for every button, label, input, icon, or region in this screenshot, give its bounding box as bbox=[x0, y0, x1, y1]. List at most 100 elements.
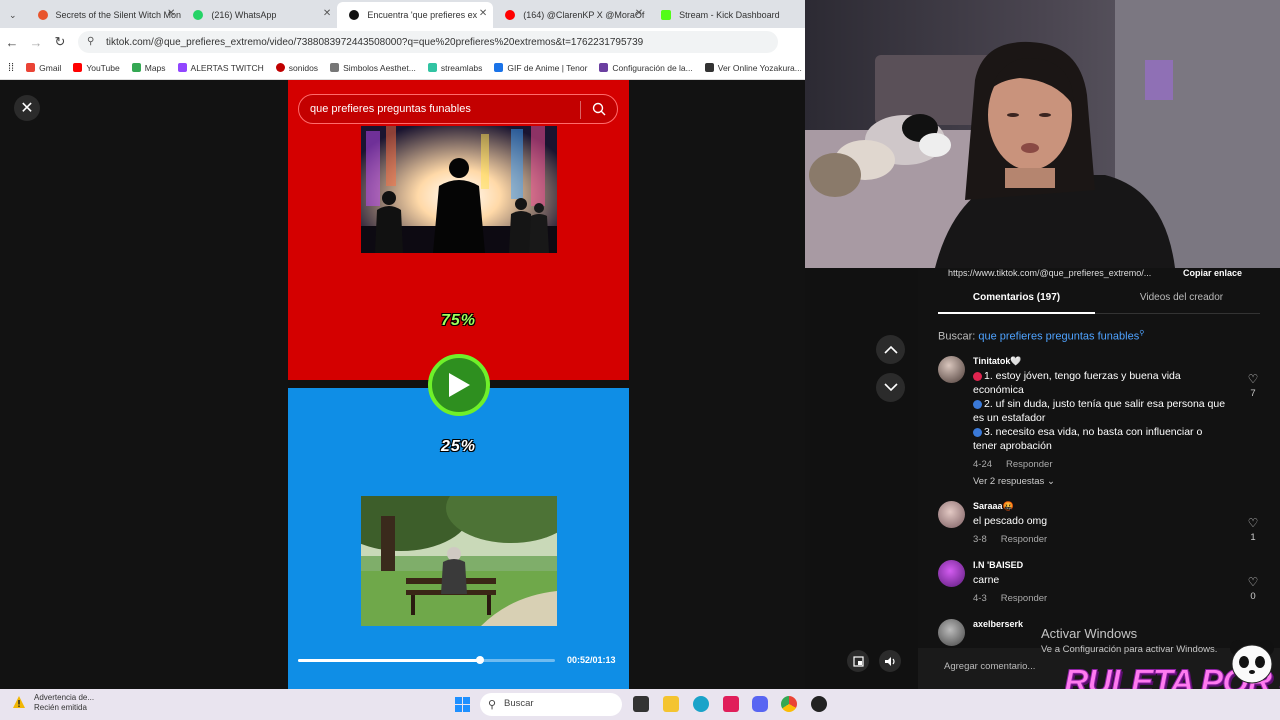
comment-meta: 4-24 Responder bbox=[973, 459, 1053, 470]
bookmark-item[interactable]: YouTube bbox=[73, 63, 120, 73]
site-info-icon[interactable]: ⚲ bbox=[87, 36, 94, 47]
close-video-button[interactable]: ✕ bbox=[14, 95, 40, 121]
comment-date: 4-24 bbox=[973, 459, 993, 470]
bookmark-item[interactable]: Gmail bbox=[26, 63, 61, 73]
top-percent-label: 75% bbox=[440, 312, 477, 329]
comment-line: 2. uf sin duda, justo tenía que salir es… bbox=[973, 398, 1226, 424]
avatar[interactable] bbox=[938, 560, 965, 587]
back-icon[interactable]: ← bbox=[0, 35, 24, 50]
reload-icon[interactable]: ↻ bbox=[48, 34, 72, 50]
related-search-query[interactable]: que prefieres preguntas funables bbox=[978, 331, 1139, 343]
bookmark-item[interactable]: Simbolos Aesthet... bbox=[330, 63, 416, 73]
chevron-down-icon: ⌄ bbox=[1046, 476, 1055, 487]
search-icon[interactable] bbox=[592, 102, 606, 116]
address-bar[interactable]: ⚲ tiktok.com/@que_prefieres_extremo/vide… bbox=[78, 31, 778, 53]
view-replies-button[interactable]: Ver 2 respuestas ⌄ bbox=[973, 476, 1055, 487]
bookmark-label: Configuración de la... bbox=[612, 62, 693, 73]
browser-tab-active[interactable]: Encuentra 'que prefieres ex ✕ bbox=[337, 2, 494, 28]
comment-author[interactable]: Tinitatok🤍 bbox=[973, 356, 1022, 367]
browser-tab[interactable]: Secrets of the Silent Witch Mon ✕ bbox=[26, 2, 182, 28]
close-icon[interactable]: ✕ bbox=[323, 8, 331, 19]
bookmark-item[interactable]: sonidos bbox=[275, 62, 319, 73]
video-progress-bar[interactable] bbox=[298, 656, 555, 664]
taskbar-search[interactable]: ⚲ Buscar bbox=[480, 693, 622, 716]
comment-line: 3. necesito esa vida, no basta con influ… bbox=[973, 426, 1203, 452]
activate-windows-subtitle: Ve a Configuración para activar Windows. bbox=[1041, 644, 1218, 655]
reply-button[interactable]: Responder bbox=[1001, 534, 1047, 545]
browser-tab[interactable]: Stream - Kick Dashboard bbox=[649, 2, 805, 28]
next-video-button[interactable] bbox=[876, 373, 905, 402]
bookmark-item[interactable]: Configuración de la... bbox=[599, 62, 693, 73]
windows-start-icon[interactable] bbox=[455, 697, 470, 712]
related-search[interactable]: Buscar: que prefieres preguntas funables… bbox=[938, 329, 1144, 343]
tab-title: Stream - Kick Dashboard bbox=[679, 10, 780, 20]
slack-icon[interactable] bbox=[723, 696, 739, 712]
close-icon[interactable]: ✕ bbox=[167, 8, 175, 19]
comment-author[interactable]: Saraaa🤬 bbox=[973, 501, 1014, 512]
search-icon: ⚲ bbox=[488, 699, 497, 711]
reply-button[interactable]: Responder bbox=[1006, 459, 1052, 470]
maps-icon bbox=[131, 63, 141, 72]
comment-text: 1. estoy jóven, tengo fuerzas y buena vi… bbox=[973, 369, 1229, 453]
avatar[interactable] bbox=[938, 501, 965, 528]
bookmark-label: Simbolos Aesthet... bbox=[343, 62, 416, 73]
miniplayer-icon bbox=[852, 655, 864, 667]
comment-author[interactable]: axelberserk bbox=[973, 619, 1023, 629]
floating-player-button[interactable] bbox=[847, 650, 869, 672]
weather-notification[interactable]: Advertencia de... Recién emitida bbox=[12, 693, 94, 713]
like-count: 7 bbox=[1250, 388, 1256, 399]
apps-icon[interactable]: ⁞⁞ bbox=[8, 62, 14, 74]
bookmark-item[interactable]: GIF de Anime | Tenor bbox=[494, 63, 587, 73]
bottom-percent-label: 25% bbox=[440, 438, 477, 455]
browser-toolbar: ← → ↻ ⚲ tiktok.com/@que_prefieres_extrem… bbox=[0, 28, 805, 56]
discord-icon[interactable] bbox=[752, 696, 768, 712]
edge-icon[interactable] bbox=[693, 696, 709, 712]
bookmark-item[interactable]: ALERTAS TWITCH bbox=[177, 63, 264, 73]
close-icon: ✕ bbox=[20, 100, 34, 117]
kick-icon bbox=[661, 10, 672, 20]
bookmark-label: streamlabs bbox=[440, 62, 483, 73]
volume-button[interactable] bbox=[879, 650, 901, 672]
tab-search-button[interactable]: ⌄ bbox=[0, 2, 26, 28]
bookmark-item[interactable]: Ver Online Yozakura... bbox=[704, 62, 802, 73]
blue-circle-icon bbox=[973, 399, 982, 409]
like-button[interactable]: ♡ 0 bbox=[1246, 575, 1260, 602]
comment-text: el pescado omg bbox=[973, 515, 1048, 527]
webcam-overlay bbox=[805, 0, 1280, 268]
close-icon[interactable]: ✕ bbox=[479, 8, 487, 19]
bookmark-icon bbox=[704, 63, 714, 72]
copy-link-button[interactable]: Copiar enlace bbox=[1183, 268, 1242, 278]
bookmark-label: Ver Online Yozakura... bbox=[717, 62, 802, 73]
play-button[interactable] bbox=[428, 354, 490, 416]
comment-item: I.N 'BAISED carne 4-3 Responder ♡ 0 bbox=[938, 560, 1260, 610]
tab-comments[interactable]: Comentarios (197) bbox=[938, 292, 1095, 314]
task-view-icon[interactable] bbox=[633, 696, 649, 712]
file-explorer-icon[interactable] bbox=[663, 696, 679, 712]
obs-icon[interactable] bbox=[811, 696, 827, 712]
comment-line: 1. estoy jóven, tengo fuerzas y buena vi… bbox=[973, 370, 1181, 396]
comment-author[interactable]: I.N 'BAISED bbox=[973, 560, 1023, 570]
bookmark-item[interactable]: Maps bbox=[131, 63, 166, 73]
tab-creator-videos[interactable]: Videos del creador bbox=[1103, 292, 1260, 303]
like-button[interactable]: ♡ 7 bbox=[1246, 372, 1260, 399]
tab-title: Encuentra 'que prefieres ex bbox=[367, 10, 478, 20]
share-url: https://www.tiktok.com/@que_prefieres_ex… bbox=[948, 268, 1152, 278]
browser-tab[interactable]: (216) WhatsApp ✕ bbox=[181, 2, 337, 28]
like-button[interactable]: ♡ 1 bbox=[1246, 516, 1260, 543]
reply-button[interactable]: Responder bbox=[1001, 593, 1047, 604]
streamlabs-icon bbox=[427, 63, 437, 72]
bookmark-label: sonidos bbox=[288, 62, 319, 73]
previous-video-button[interactable] bbox=[876, 335, 905, 364]
volume-icon bbox=[884, 656, 895, 666]
browser-tab[interactable]: (164) @ClarenKP X @MoraOf ✕ bbox=[493, 2, 649, 28]
close-icon[interactable]: ✕ bbox=[635, 8, 643, 19]
avatar[interactable] bbox=[938, 356, 965, 383]
option-bottom-image bbox=[361, 496, 557, 626]
bookmark-item[interactable]: streamlabs bbox=[427, 62, 483, 73]
avatar[interactable] bbox=[938, 619, 965, 646]
forward-icon[interactable]: → bbox=[24, 35, 48, 50]
chrome-icon[interactable] bbox=[781, 696, 797, 712]
notification-subtitle: Recién emitida bbox=[34, 703, 87, 712]
video-player[interactable]: que prefieres preguntas funables 75% 25%… bbox=[288, 80, 629, 689]
video-search-bar[interactable]: que prefieres preguntas funables bbox=[298, 94, 618, 124]
